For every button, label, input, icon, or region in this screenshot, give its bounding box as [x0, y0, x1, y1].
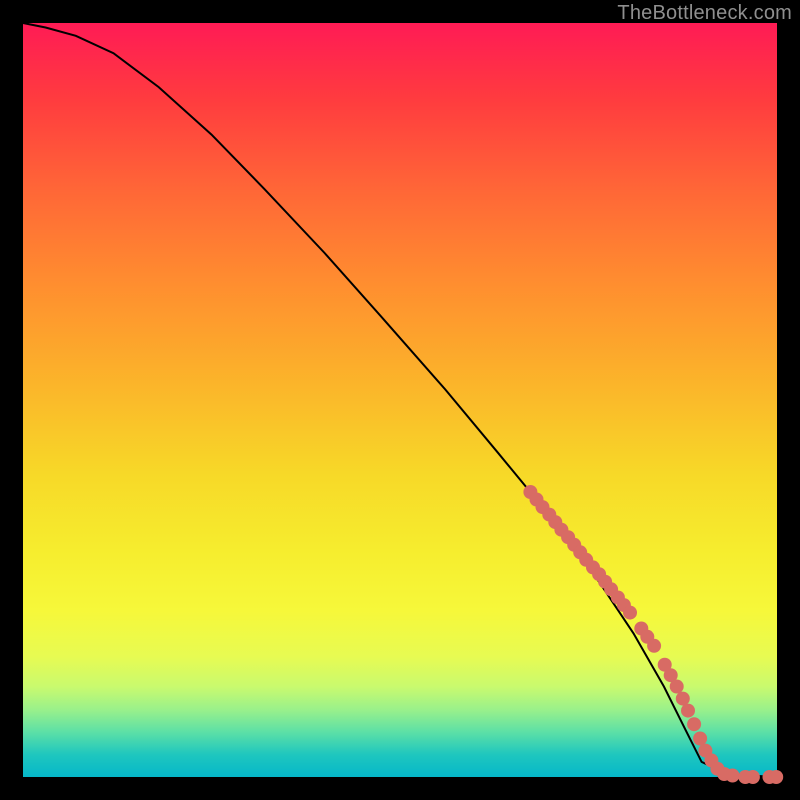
highlight-dot	[670, 680, 684, 694]
highlight-dot	[687, 717, 701, 731]
watermark-text: TheBottleneck.com	[617, 2, 792, 25]
chart-stage: TheBottleneck.com	[0, 0, 800, 800]
highlight-dot	[726, 769, 740, 783]
chart-svg	[23, 23, 777, 777]
highlight-dot	[647, 639, 661, 653]
highlight-dot	[623, 606, 637, 620]
plot-area	[23, 23, 777, 777]
highlight-dot	[681, 704, 695, 718]
highlight-dot	[746, 770, 760, 784]
highlight-dot	[693, 732, 707, 746]
highlight-dot	[769, 770, 783, 784]
highlight-dots-group	[523, 485, 783, 784]
highlight-dot	[676, 692, 690, 706]
